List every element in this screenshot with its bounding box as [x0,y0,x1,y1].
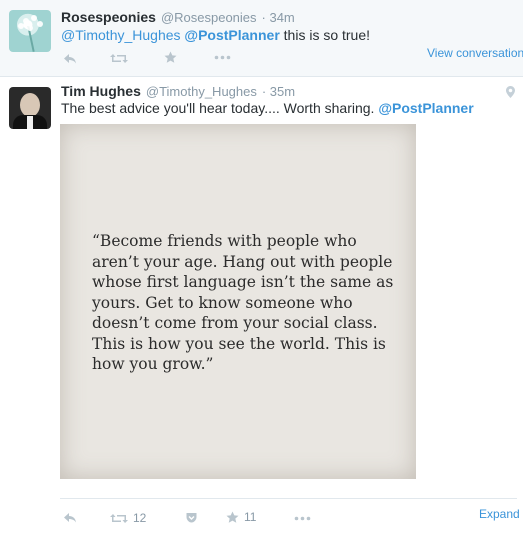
retweet-count: 12 [133,511,147,525]
more-button[interactable] [214,55,231,60]
avatar-rosespeonies[interactable] [9,10,51,52]
main-tweet-text: The best advice you'll hear today.... Wo… [61,100,474,116]
pocket-button[interactable] [186,512,197,523]
view-conversation-link[interactable]: View conversation [427,46,523,60]
quote-line: doesn’t come from your social class. [92,314,378,332]
tweet-text: The best advice you'll hear today.... Wo… [61,100,375,116]
quote-line: how you grow.” [92,355,214,373]
retweet-icon [110,513,128,523]
quote-line: yours. Get to know someone who [92,293,353,312]
author-name[interactable]: Tim Hughes [61,83,141,99]
photo-quote-text: “Become friends with people who aren’t y… [92,231,402,375]
tweet-text: this is so true! [283,27,371,43]
reply-icon [64,513,76,523]
tweet-timestamp[interactable]: · 35m [262,84,295,99]
reply-button[interactable] [63,512,77,523]
author-handle[interactable]: @Timothy_Hughes [146,84,257,99]
quote-line: whose first language isn’t the same as [92,273,394,291]
tweet-timestamp[interactable]: · 34m [262,10,295,25]
location-pin-icon[interactable] [506,86,515,98]
mention-link[interactable]: @PostPlanner [184,27,279,43]
expand-link[interactable]: Expand [479,507,520,521]
reply-button[interactable] [63,53,77,64]
more-button[interactable] [294,516,311,521]
mention-link[interactable]: @Timothy_Hughes [61,27,181,43]
retweet-button[interactable] [110,53,128,64]
retweet-icon [110,54,128,63]
quote-line: aren’t your age. Hang out with people [92,252,393,271]
author-handle[interactable]: @Rosespeonies [161,10,257,25]
favorite-button[interactable]: 11 [226,510,256,524]
star-icon [226,511,239,523]
quote-line: This is how you see the world. This is [92,334,386,353]
favorite-button[interactable] [164,51,177,64]
divider [60,498,517,499]
mention-link[interactable]: @PostPlanner [378,100,473,116]
more-icon [214,55,231,60]
more-icon [294,516,311,521]
author-name[interactable]: Rosespeonies [61,9,156,25]
reply-tweet-text: @Timothy_Hughes @PostPlanner this is so … [61,27,370,43]
reply-icon [64,54,76,64]
avatar-tim-hughes[interactable] [9,87,51,129]
quote-line: “Become friends with people who [92,232,357,250]
reply-tweet-header: Rosespeonies @Rosespeonies · 34m [61,9,295,25]
pocket-icon [186,513,197,523]
main-tweet-header: Tim Hughes @Timothy_Hughes · 35m [61,83,295,99]
retweet-button[interactable]: 12 [110,511,146,525]
star-icon [164,51,177,63]
tweet-photo[interactable]: “Become friends with people who aren’t y… [60,124,416,479]
favorite-count: 11 [244,510,257,524]
